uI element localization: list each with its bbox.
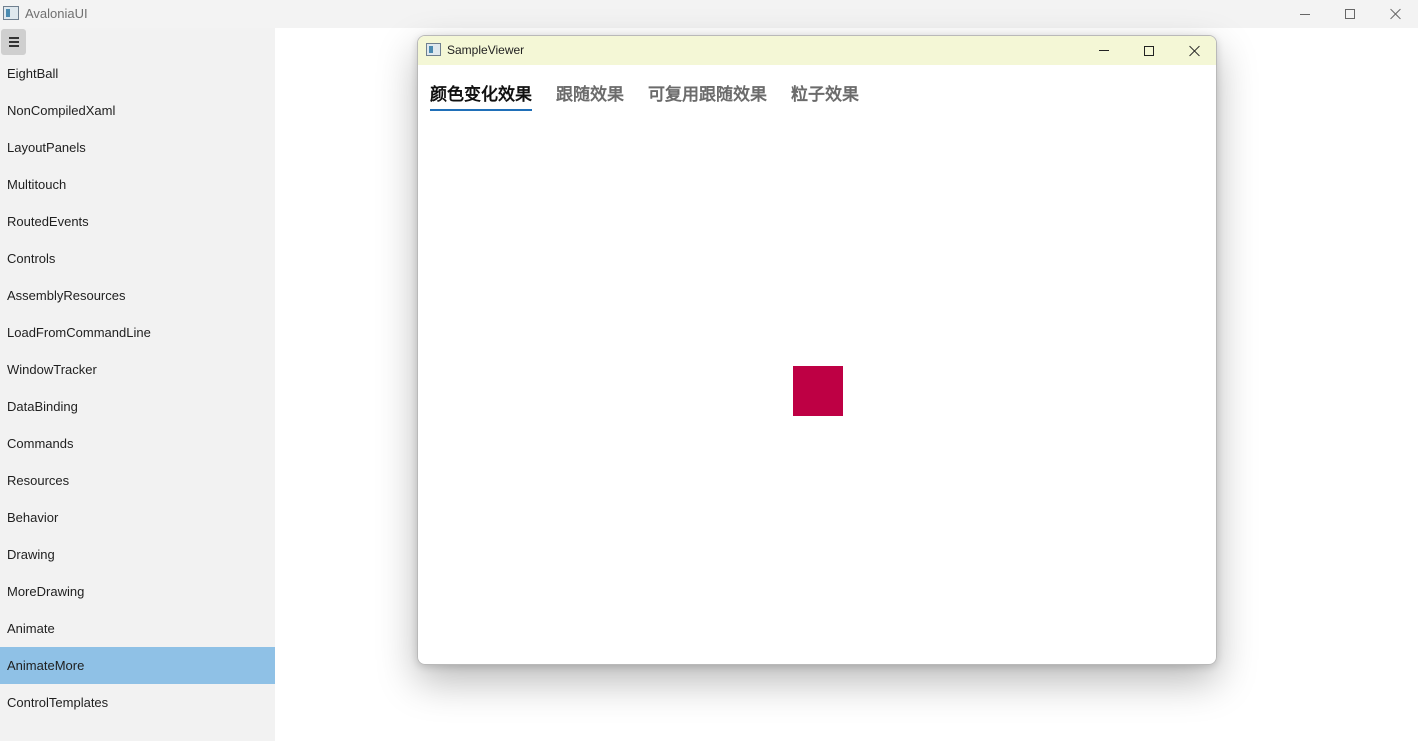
sidebar-item-animate[interactable]: Animate bbox=[0, 610, 275, 647]
sidebar-item-assemblyresources[interactable]: AssemblyResources bbox=[0, 277, 275, 314]
animated-color-square bbox=[793, 366, 843, 416]
main-maximize-button[interactable] bbox=[1327, 0, 1373, 28]
tab-color-change[interactable]: 颜色变化效果 bbox=[430, 80, 532, 112]
close-icon bbox=[1189, 45, 1201, 57]
hamburger-menu-button[interactable] bbox=[1, 29, 26, 55]
sidebar-item-routedevents[interactable]: RoutedEvents bbox=[0, 203, 275, 240]
sidebar-item-windowtracker[interactable]: WindowTracker bbox=[0, 351, 275, 388]
sample-viewer-maximize-button[interactable] bbox=[1126, 36, 1171, 65]
main-titlebar: AvaloniaUI bbox=[0, 0, 1418, 28]
hamburger-menu-icon bbox=[8, 37, 19, 39]
sidebar-item-noncompiledxaml[interactable]: NonCompiledXaml bbox=[0, 92, 275, 129]
close-icon bbox=[1390, 8, 1402, 20]
effect-tabs: 颜色变化效果 跟随效果 可复用跟随效果 粒子效果 bbox=[430, 80, 859, 112]
maximize-icon bbox=[1143, 45, 1154, 56]
tab-reusable-follow[interactable]: 可复用跟随效果 bbox=[648, 80, 767, 112]
minimize-icon bbox=[1300, 13, 1310, 15]
app-window-icon bbox=[3, 6, 19, 20]
sidebar-item-resources[interactable]: Resources bbox=[0, 462, 275, 499]
tab-follow[interactable]: 跟随效果 bbox=[556, 80, 624, 112]
sidebar: EightBall NonCompiledXaml LayoutPanels M… bbox=[0, 28, 275, 741]
sidebar-item-controltemplates[interactable]: ControlTemplates bbox=[0, 684, 275, 721]
sidebar-nav-list: EightBall NonCompiledXaml LayoutPanels M… bbox=[0, 55, 275, 721]
sidebar-item-eightball[interactable]: EightBall bbox=[0, 55, 275, 92]
sidebar-item-commands[interactable]: Commands bbox=[0, 425, 275, 462]
main-close-button[interactable] bbox=[1373, 0, 1418, 28]
main-window-title: AvaloniaUI bbox=[25, 6, 88, 21]
sidebar-item-controls[interactable]: Controls bbox=[0, 240, 275, 277]
sample-viewer-close-button[interactable] bbox=[1172, 36, 1216, 65]
sidebar-item-animatemore[interactable]: AnimateMore bbox=[0, 647, 275, 684]
sidebar-item-layoutpanels[interactable]: LayoutPanels bbox=[0, 129, 275, 166]
sidebar-item-databinding[interactable]: DataBinding bbox=[0, 388, 275, 425]
sidebar-item-loadfromcommandline[interactable]: LoadFromCommandLine bbox=[0, 314, 275, 351]
main-minimize-button[interactable] bbox=[1282, 0, 1328, 28]
sidebar-item-behavior[interactable]: Behavior bbox=[0, 499, 275, 536]
sidebar-item-moredrawing[interactable]: MoreDrawing bbox=[0, 573, 275, 610]
tab-particle[interactable]: 粒子效果 bbox=[791, 80, 859, 112]
sample-viewer-minimize-button[interactable] bbox=[1081, 36, 1126, 65]
minimize-icon bbox=[1098, 50, 1109, 51]
sample-viewer-title: SampleViewer bbox=[447, 43, 525, 57]
sample-viewer-app-icon bbox=[426, 43, 441, 56]
sidebar-item-multitouch[interactable]: Multitouch bbox=[0, 166, 275, 203]
sample-viewer-window: SampleViewer 颜色变化效果 跟随效果 可复用跟随效果 粒子效果 bbox=[417, 35, 1217, 665]
sample-viewer-titlebar[interactable]: SampleViewer bbox=[418, 36, 1216, 65]
maximize-icon bbox=[1345, 9, 1355, 19]
sidebar-item-drawing[interactable]: Drawing bbox=[0, 536, 275, 573]
